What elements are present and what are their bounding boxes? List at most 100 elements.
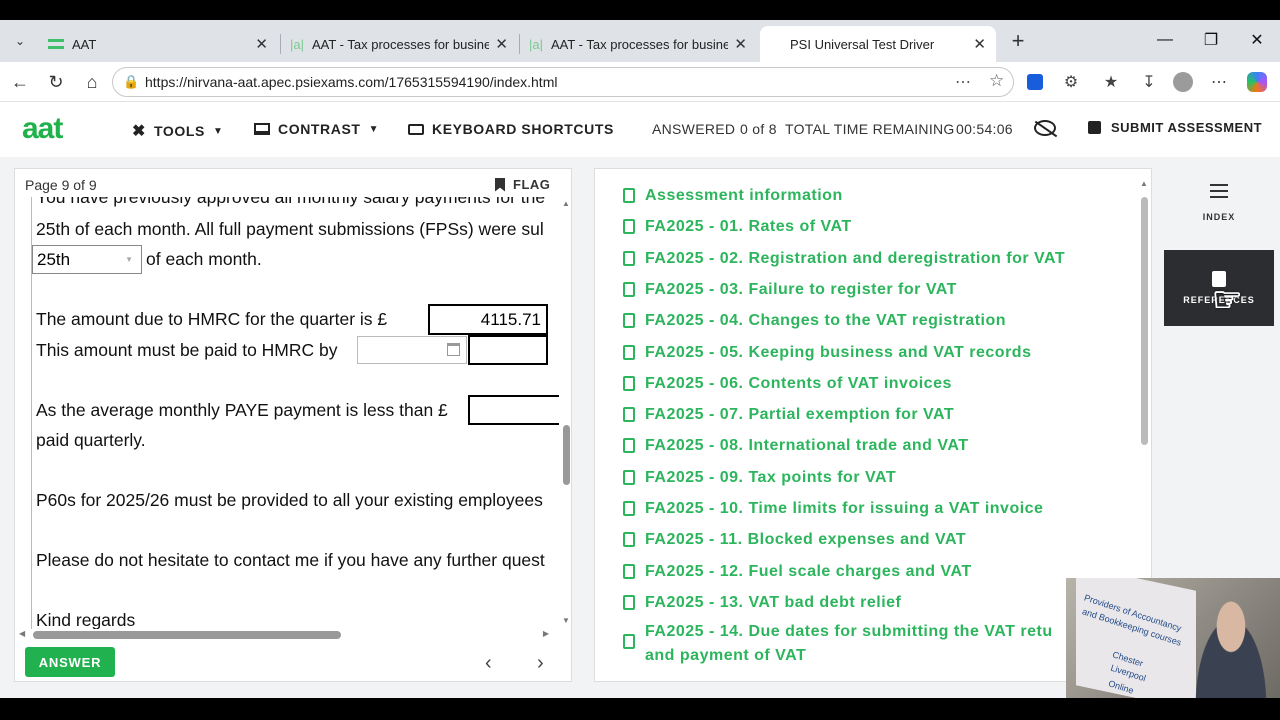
previous-page-icon[interactable]: ‹ xyxy=(485,652,492,675)
index-item-label: FA2025 - 13. VAT bad debt relief xyxy=(645,593,902,611)
index-item[interactable]: FA2025 - 07. Partial exemption for VAT xyxy=(623,403,954,427)
submit-assessment-button[interactable]: SUBMIT ASSESSMENT xyxy=(1088,120,1262,135)
index-item[interactable]: FA2025 - 14. Due dates for submitting th… xyxy=(623,620,1053,668)
new-tab-icon[interactable]: + xyxy=(1006,28,1030,53)
payment-date-input[interactable] xyxy=(468,335,548,365)
question-text-line: 25th of each month. All full payment sub… xyxy=(36,219,544,239)
references-rail-button[interactable]: REFERENCES ☞ xyxy=(1164,250,1274,326)
index-item[interactable]: FA2025 - 13. VAT bad debt relief xyxy=(623,591,901,615)
document-icon xyxy=(623,407,635,423)
aat-favicon-icon: |a| xyxy=(290,36,304,52)
favorites-icon[interactable]: ★ xyxy=(1100,71,1122,93)
document-icon xyxy=(623,532,635,548)
index-item[interactable]: FA2025 - 11. Blocked expenses and VAT xyxy=(623,528,966,552)
calendar-icon xyxy=(447,343,460,356)
keyboard-shortcuts-button[interactable]: KEYBOARD SHORTCUTS xyxy=(408,121,614,137)
question-horizontal-scrollbar[interactable]: ◀ ▶ xyxy=(19,629,559,641)
question-vertical-scrollbar[interactable]: ▲ ▼ xyxy=(561,199,571,625)
url-field[interactable]: 🔒 https://nirvana-aat.apec.psiexams.com/… xyxy=(112,67,1014,97)
index-item-label: FA2025 - 02. Registration and deregistra… xyxy=(645,249,1066,267)
tab-close-icon[interactable]: ✕ xyxy=(495,35,508,53)
select-value: 25th xyxy=(37,250,71,269)
flag-button[interactable]: FLAG xyxy=(495,177,550,192)
scroll-left-icon[interactable]: ◀ xyxy=(19,629,25,638)
favorite-star-icon[interactable]: ☆ xyxy=(989,71,1004,91)
keyboard-icon xyxy=(408,123,424,135)
browser-tab-3[interactable]: |a| AAT - Tax processes for businesses ✕ xyxy=(519,26,757,62)
restore-icon[interactable]: ❐ xyxy=(1188,20,1234,60)
amount-due-input[interactable]: 4115.71 xyxy=(428,304,548,335)
tab-close-icon[interactable]: ✕ xyxy=(973,35,986,53)
reload-icon[interactable]: ↻ xyxy=(44,70,68,94)
scroll-right-icon[interactable]: ▶ xyxy=(543,629,549,638)
index-item-label: Assessment information xyxy=(645,187,843,204)
bottom-strip xyxy=(0,698,1280,720)
index-item[interactable]: FA2025 - 05. Keeping business and VAT re… xyxy=(623,341,1031,365)
tools-label: TOOLS xyxy=(154,123,205,139)
index-item[interactable]: FA2025 - 02. Registration and deregistra… xyxy=(623,247,1065,271)
browser-tab-1[interactable]: AAT ✕ xyxy=(38,26,278,62)
next-page-icon[interactable]: › xyxy=(537,652,544,675)
index-item[interactable]: FA2025 - 06. Contents of VAT invoices xyxy=(623,372,952,396)
document-icon xyxy=(623,219,635,235)
shortcuts-label: KEYBOARD SHORTCUTS xyxy=(432,121,614,137)
aat-logo: aat xyxy=(22,112,63,145)
tools-menu[interactable]: ✖ TOOLS ▼ xyxy=(132,121,223,141)
minimize-icon[interactable]: — xyxy=(1142,20,1188,60)
back-icon[interactable]: ← xyxy=(8,70,32,94)
tab-close-icon[interactable]: ✕ xyxy=(734,35,747,53)
close-window-icon[interactable]: ✕ xyxy=(1234,20,1280,60)
document-icon xyxy=(623,188,635,203)
tab-close-icon[interactable]: ✕ xyxy=(255,35,268,53)
index-item[interactable]: FA2025 - 04. Changes to the VAT registra… xyxy=(623,309,1006,333)
flag-label: FLAG xyxy=(513,177,551,192)
home-icon[interactable]: ⌂ xyxy=(80,70,104,94)
bitwarden-icon[interactable] xyxy=(1024,71,1046,93)
profile-avatar[interactable] xyxy=(1172,71,1194,93)
scrollbar-thumb[interactable] xyxy=(563,425,570,485)
copilot-icon[interactable] xyxy=(1246,71,1268,93)
document-icon xyxy=(623,281,635,297)
index-item-label: FA2025 - 07. Partial exemption for VAT xyxy=(645,406,955,424)
question-content[interactable]: You have previously approved all monthly… xyxy=(31,197,559,629)
answer-button[interactable]: ANSWER xyxy=(25,647,115,677)
chevron-down-icon: ▼ xyxy=(368,123,380,135)
contrast-menu[interactable]: CONTRAST ▼ xyxy=(254,121,379,137)
hand-cursor-icon: ☞ xyxy=(1212,281,1244,319)
index-vertical-scrollbar[interactable]: ▲ xyxy=(1139,179,1149,449)
extensions-icon[interactable]: ⚙ xyxy=(1060,71,1082,93)
tab-title: AAT - Tax processes for businesses xyxy=(311,36,490,52)
tab-list-chevron-icon[interactable]: ⌄ xyxy=(8,29,32,53)
index-item[interactable]: Assessment information xyxy=(623,184,843,208)
payment-day-select[interactable]: 25th ▼ xyxy=(32,245,142,274)
index-item[interactable]: FA2025 - 09. Tax points for VAT xyxy=(623,466,896,490)
reader-icon[interactable]: ⋯ xyxy=(955,72,971,92)
document-icon xyxy=(623,469,635,485)
index-item[interactable]: FA2025 - 03. Failure to register for VAT xyxy=(623,278,957,302)
hide-timer-icon[interactable] xyxy=(1034,120,1058,138)
bookmark-icon xyxy=(495,177,505,192)
index-rail-button[interactable]: INDEX xyxy=(1164,184,1274,244)
scroll-up-icon[interactable]: ▲ xyxy=(562,199,570,208)
scroll-up-icon[interactable]: ▲ xyxy=(1140,179,1148,188)
scroll-down-icon[interactable]: ▼ xyxy=(562,616,570,625)
question-panel: Page 9 of 9 FLAG You have previously app… xyxy=(14,168,572,682)
scrollbar-thumb[interactable] xyxy=(1141,197,1148,445)
stop-icon xyxy=(1088,121,1101,134)
document-icon xyxy=(623,563,635,579)
index-item-label: FA2025 - 05. Keeping business and VAT re… xyxy=(645,343,1032,361)
browser-tab-active[interactable]: PSI Universal Test Driver ✕ xyxy=(760,26,996,62)
index-item[interactable]: FA2025 - 12. Fuel scale charges and VAT xyxy=(623,560,972,584)
browser-tab-2[interactable]: |a| AAT - Tax processes for businesses ✕ xyxy=(280,26,518,62)
answered-label: ANSWERED xyxy=(652,121,736,137)
scrollbar-thumb[interactable] xyxy=(33,631,341,639)
document-icon xyxy=(623,344,635,360)
index-item[interactable]: FA2025 - 01. Rates of VAT xyxy=(623,215,852,239)
more-menu-icon[interactable]: ⋯ xyxy=(1208,71,1230,93)
payment-date-picker[interactable] xyxy=(357,336,467,364)
index-item[interactable]: FA2025 - 10. Time limits for issuing a V… xyxy=(623,497,1043,521)
paye-threshold-input[interactable] xyxy=(468,395,559,425)
index-item-label: FA2025 - 12. Fuel scale charges and VAT xyxy=(645,562,972,580)
index-item[interactable]: FA2025 - 08. International trade and VAT xyxy=(623,434,968,458)
downloads-icon[interactable]: ↧ xyxy=(1138,71,1160,93)
